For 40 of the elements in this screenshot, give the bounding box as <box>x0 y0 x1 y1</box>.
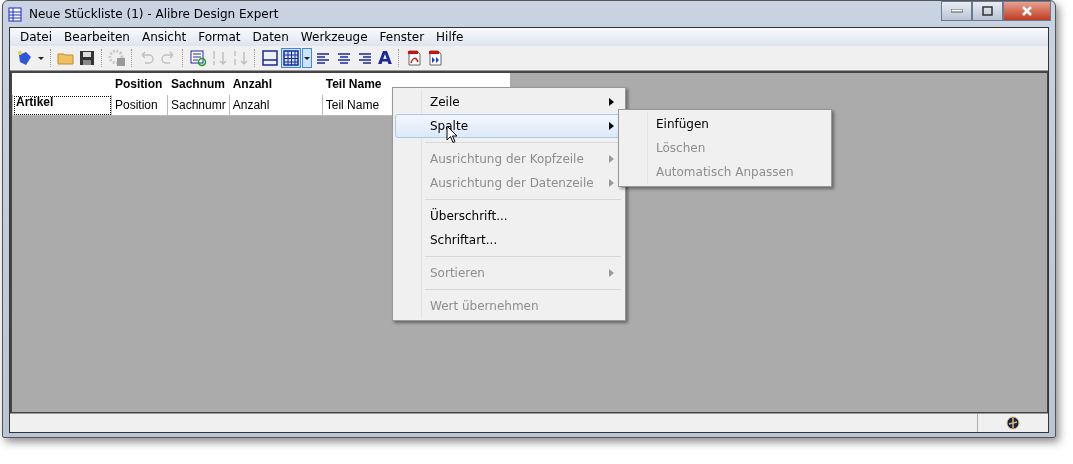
close-icon <box>1021 6 1033 16</box>
menu-item[interactable]: Hilfe <box>430 30 470 44</box>
maximize-button[interactable] <box>972 1 1003 21</box>
caret-icon[interactable] <box>303 49 311 67</box>
menu-item[interactable]: Werkzeuge <box>294 30 374 44</box>
table-cell: Anzahl <box>229 94 323 116</box>
menu-item[interactable]: Ansicht <box>135 30 193 44</box>
submenu-arrow-icon <box>609 269 614 277</box>
column-header[interactable]: Position <box>111 73 168 95</box>
pdf-document-icon[interactable] <box>405 49 423 67</box>
document-export-icon[interactable] <box>426 49 444 67</box>
menu-item[interactable]: Datei <box>14 30 58 44</box>
menu-item[interactable]: Überschrift... <box>395 204 623 228</box>
table-cell: Sachnumr <box>167 94 230 116</box>
bottom-border-icon[interactable] <box>261 49 279 67</box>
menu-item[interactable]: Schriftart... <box>395 228 623 252</box>
submenu-arrow-icon <box>609 122 614 130</box>
grid-icon[interactable] <box>282 49 300 67</box>
column-header[interactable]: Anzahl <box>229 73 323 95</box>
maximize-icon <box>982 6 993 16</box>
font-button[interactable]: A <box>377 49 393 67</box>
submenu-arrow-icon <box>609 98 614 106</box>
close-button[interactable] <box>1003 1 1051 21</box>
table-cell: Position <box>111 94 168 116</box>
submenu-arrow-icon <box>609 155 614 163</box>
list-refresh-icon[interactable] <box>189 49 207 67</box>
table-icon <box>7 6 23 22</box>
menu-item[interactable]: Daten <box>246 30 295 44</box>
menu-item[interactable]: Einfügen <box>621 112 829 136</box>
menu-item[interactable]: Bearbeiten <box>58 30 136 44</box>
globe-icon <box>1006 416 1020 430</box>
minimize-icon <box>950 9 963 13</box>
window-title: Neue Stückliste (1) - Alibre Design Expert <box>29 7 279 21</box>
menu-item[interactable]: Format <box>192 30 247 44</box>
submenu-arrow-icon <box>609 179 614 187</box>
row-header[interactable]: Artikel <box>12 94 112 116</box>
minimize-button[interactable] <box>941 1 972 21</box>
column-header[interactable]: Sachnum <box>167 73 230 95</box>
menu-item[interactable]: Fenster <box>373 30 431 44</box>
new-document-icon[interactable] <box>16 49 34 67</box>
